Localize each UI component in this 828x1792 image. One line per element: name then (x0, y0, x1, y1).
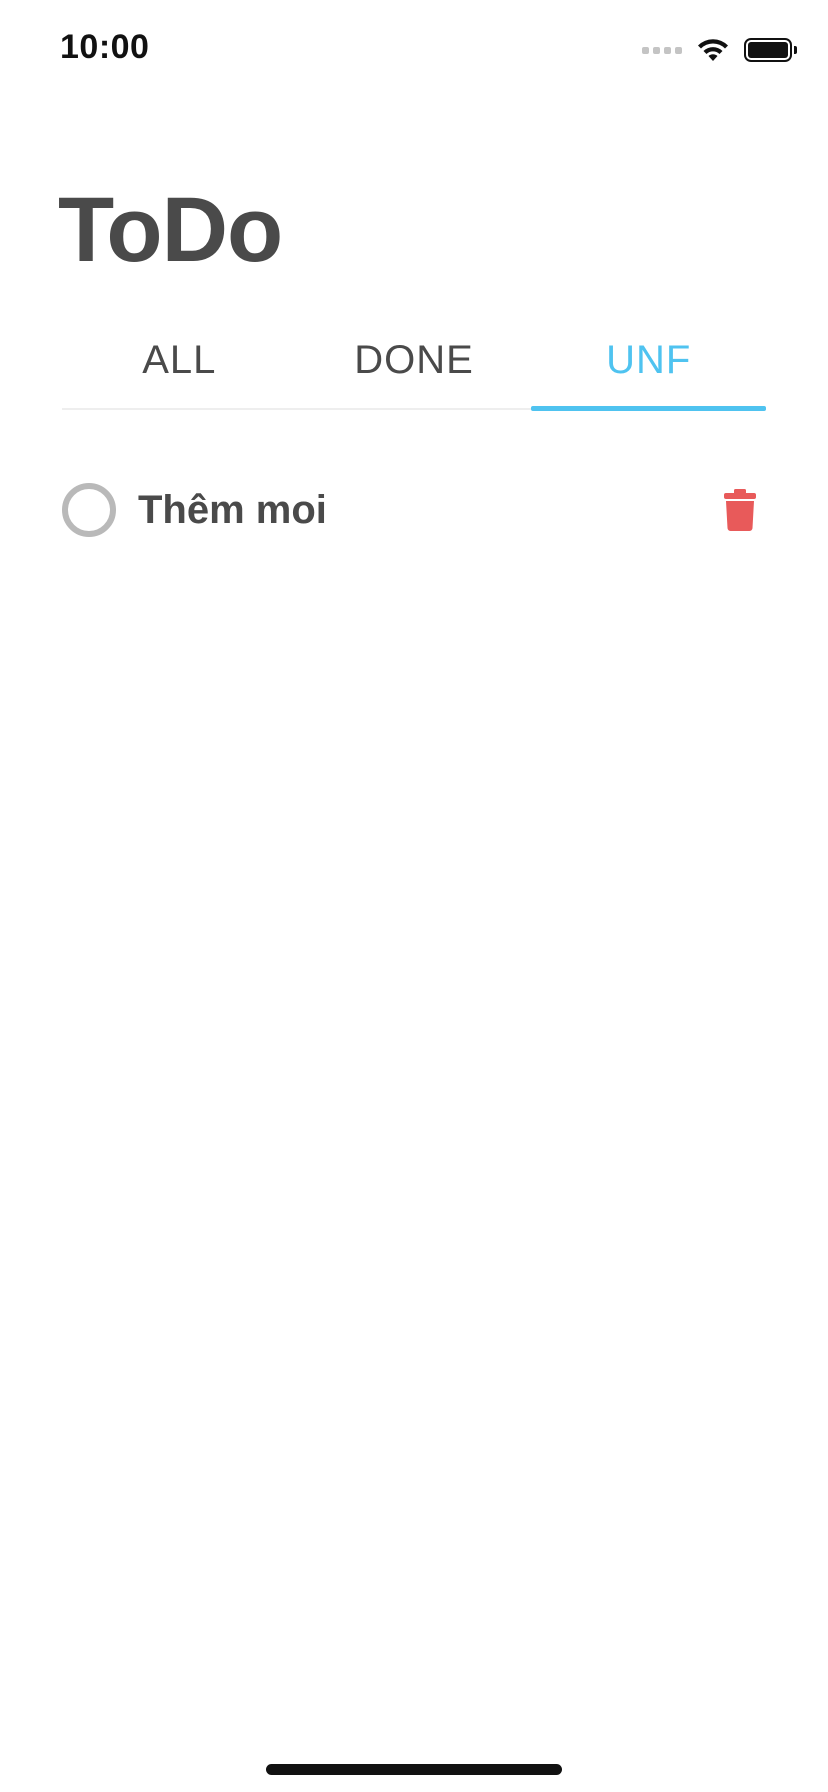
status-time: 10:00 (60, 28, 150, 66)
list-item: Thêm moi (62, 475, 766, 545)
tab-all[interactable]: ALL (62, 320, 297, 408)
wifi-icon (698, 39, 728, 61)
home-indicator (266, 1764, 562, 1775)
battery-icon (744, 38, 797, 62)
status-bar: 10:00 (0, 0, 828, 100)
tab-bar: ALL DONE UNF (62, 320, 766, 411)
page-title: ToDo (58, 179, 283, 281)
trash-icon (724, 489, 756, 531)
status-icons (642, 36, 797, 64)
checkbox-circle-icon[interactable] (62, 483, 116, 537)
tab-done[interactable]: DONE (297, 320, 532, 408)
signal-dots-icon (642, 46, 682, 54)
tab-unfinished[interactable]: UNF (531, 320, 766, 411)
todo-text[interactable]: Thêm moi (138, 488, 720, 533)
delete-button[interactable] (720, 487, 760, 533)
